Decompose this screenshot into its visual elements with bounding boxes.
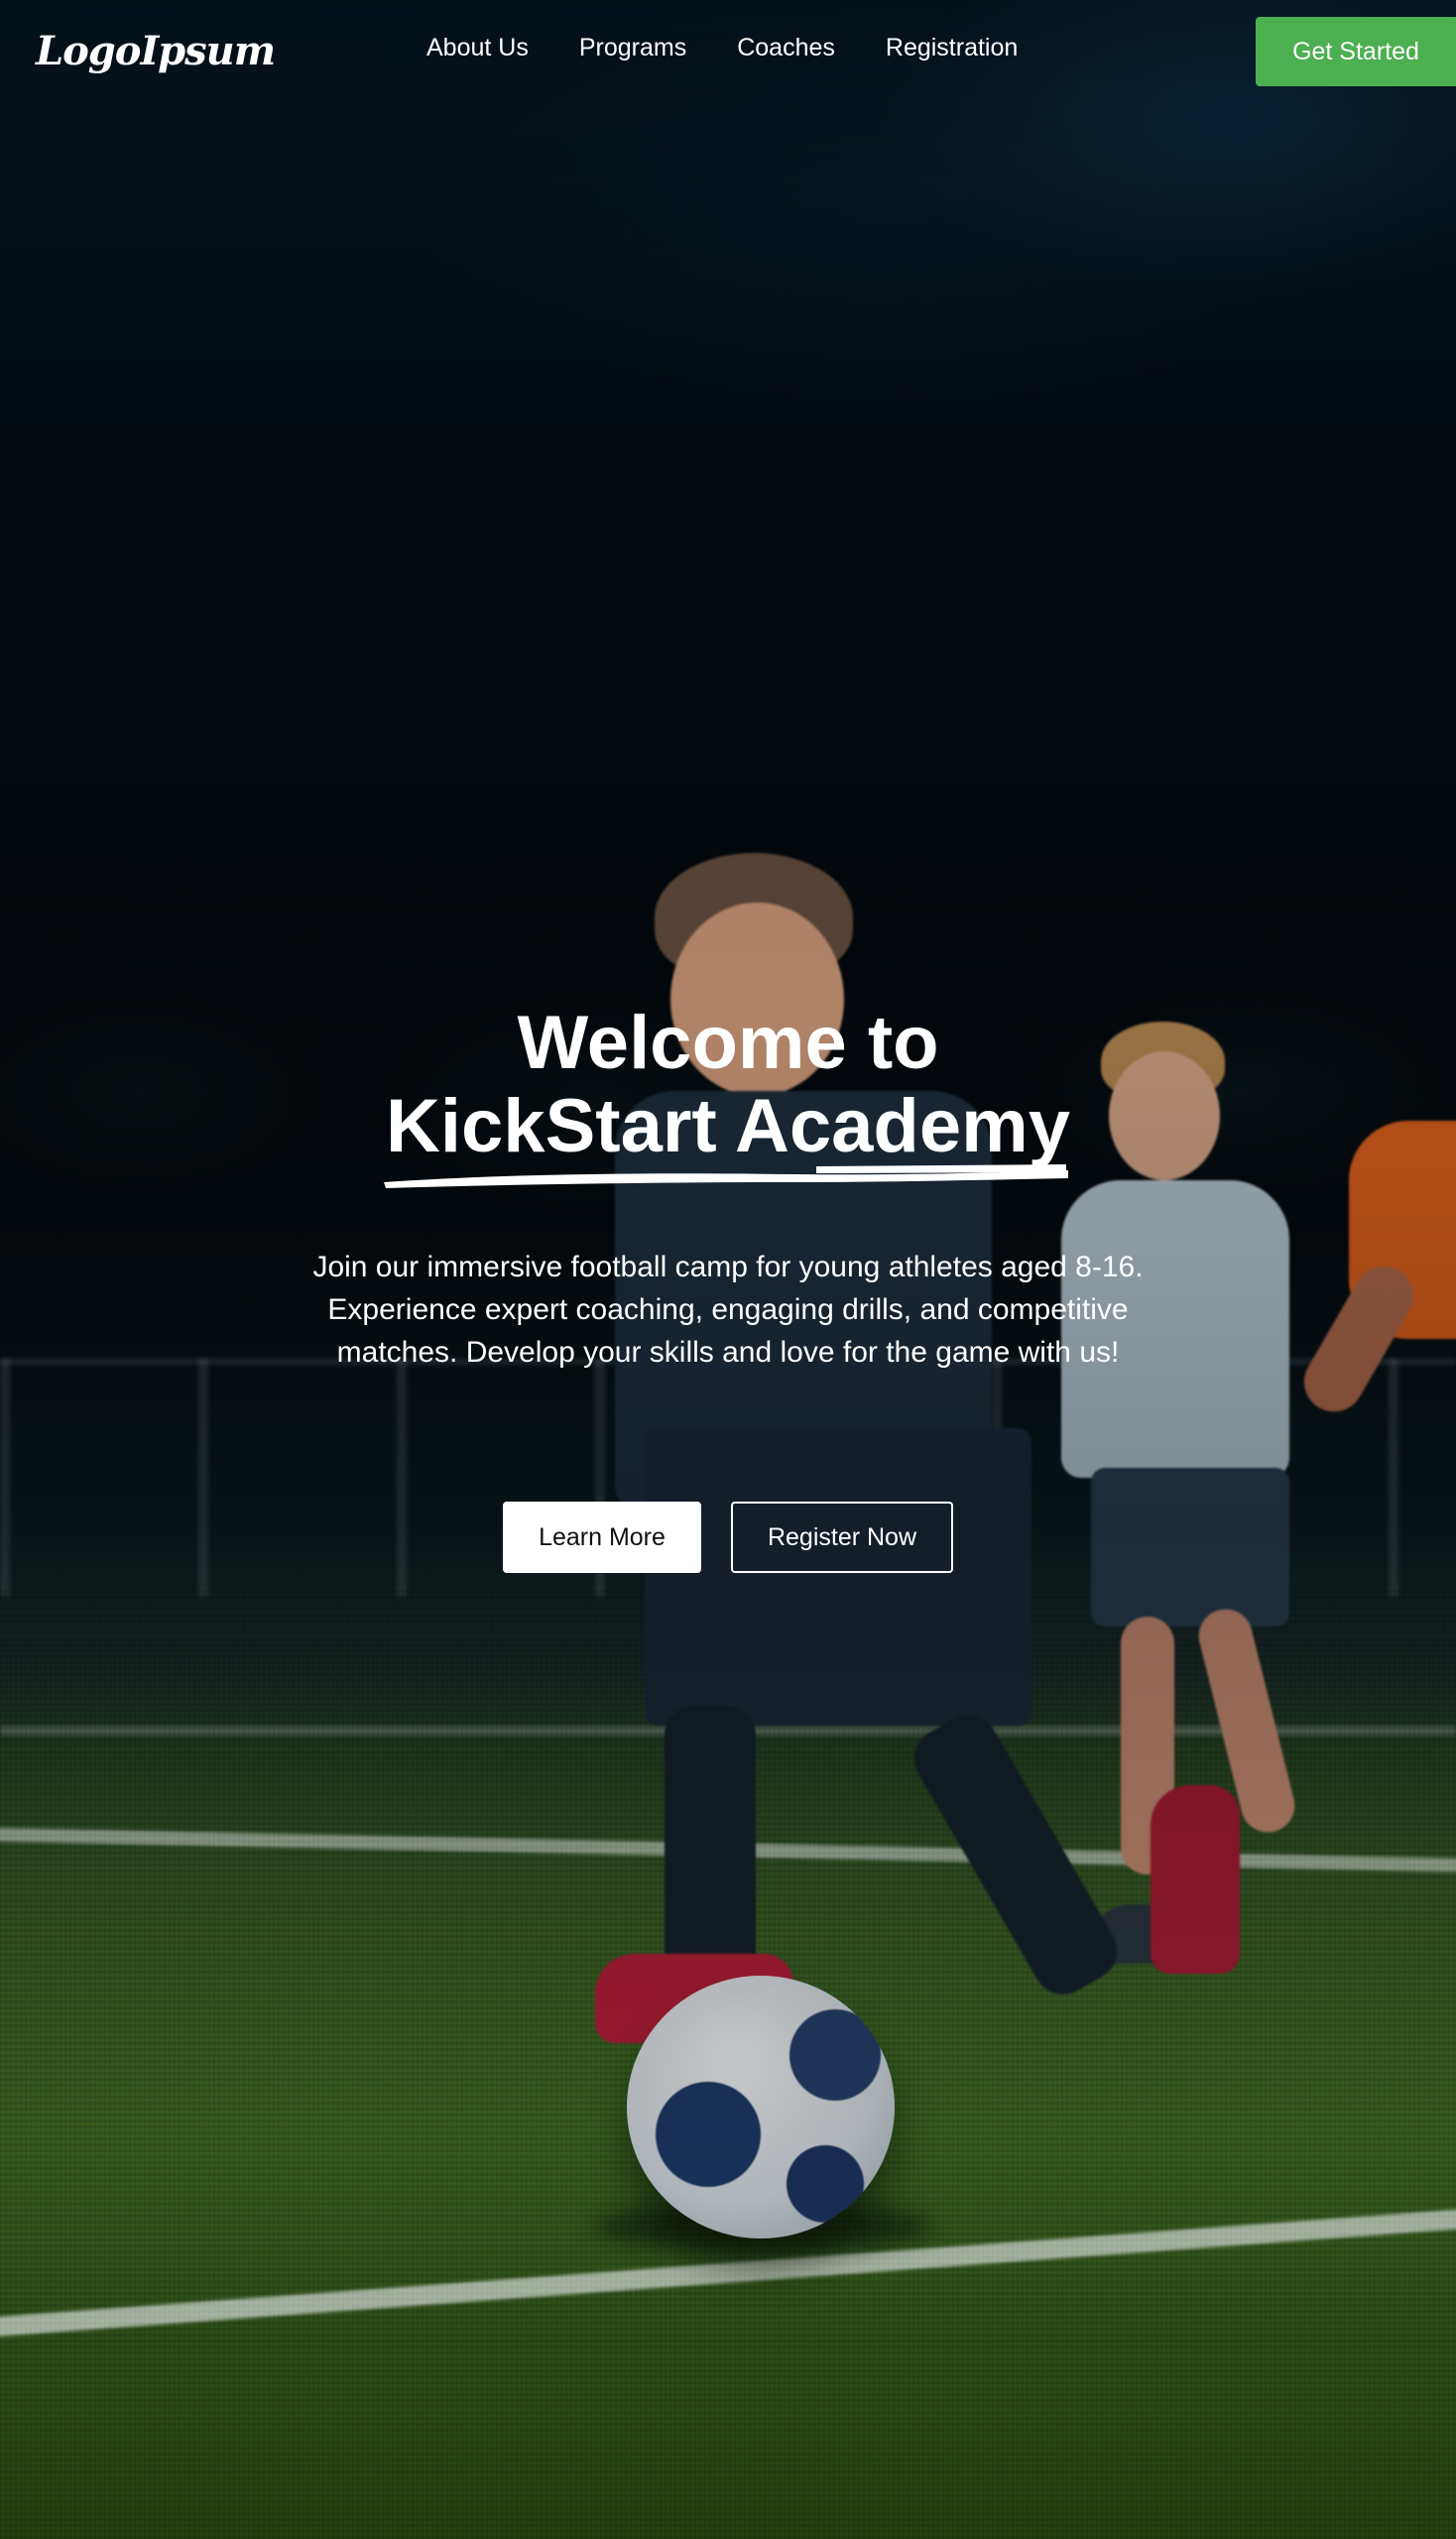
nav-link-coaches[interactable]: Coaches (737, 34, 835, 62)
hero-title-line-2: KickStart Academy (384, 1084, 1070, 1188)
hero-actions: Learn More Register Now (0, 1502, 1456, 1573)
hero-description: Join our immersive football camp for you… (312, 1251, 1144, 1369)
top-navigation: LogoIpsum About Us Programs Coaches Regi… (0, 0, 1456, 103)
nav-link-about-us[interactable]: About Us (426, 34, 529, 62)
nav-links: About Us Programs Coaches Registration (426, 34, 1018, 62)
hero-title-line-1: Welcome to (517, 1001, 939, 1085)
hero-title: Welcome to KickStart Academy (0, 1001, 1456, 1188)
register-now-button[interactable]: Register Now (731, 1502, 953, 1573)
learn-more-button[interactable]: Learn More (503, 1502, 701, 1573)
nav-link-programs[interactable]: Programs (579, 34, 686, 62)
brand-logo[interactable]: LogoIpsum (36, 28, 276, 74)
brush-underline-icon (384, 1164, 1069, 1188)
get-started-button[interactable]: Get Started (1256, 17, 1456, 86)
nav-link-registration[interactable]: Registration (886, 34, 1018, 62)
hero-title-brand: KickStart Academy (386, 1084, 1070, 1168)
landing-page: LogoIpsum About Us Programs Coaches Regi… (0, 0, 1456, 2539)
